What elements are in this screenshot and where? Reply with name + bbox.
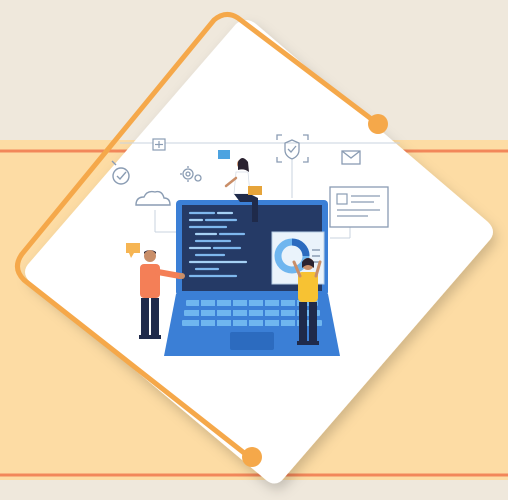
- hero-illustration: [0, 12, 508, 484]
- document-card-icon: [329, 186, 389, 228]
- frame-dot-top: [368, 114, 388, 134]
- envelope-icon: [341, 150, 361, 165]
- plus-box-icon: [152, 138, 166, 151]
- note-blue: [218, 150, 230, 159]
- laptop-trackpad: [230, 332, 274, 350]
- frame-dot-bottom: [242, 447, 262, 467]
